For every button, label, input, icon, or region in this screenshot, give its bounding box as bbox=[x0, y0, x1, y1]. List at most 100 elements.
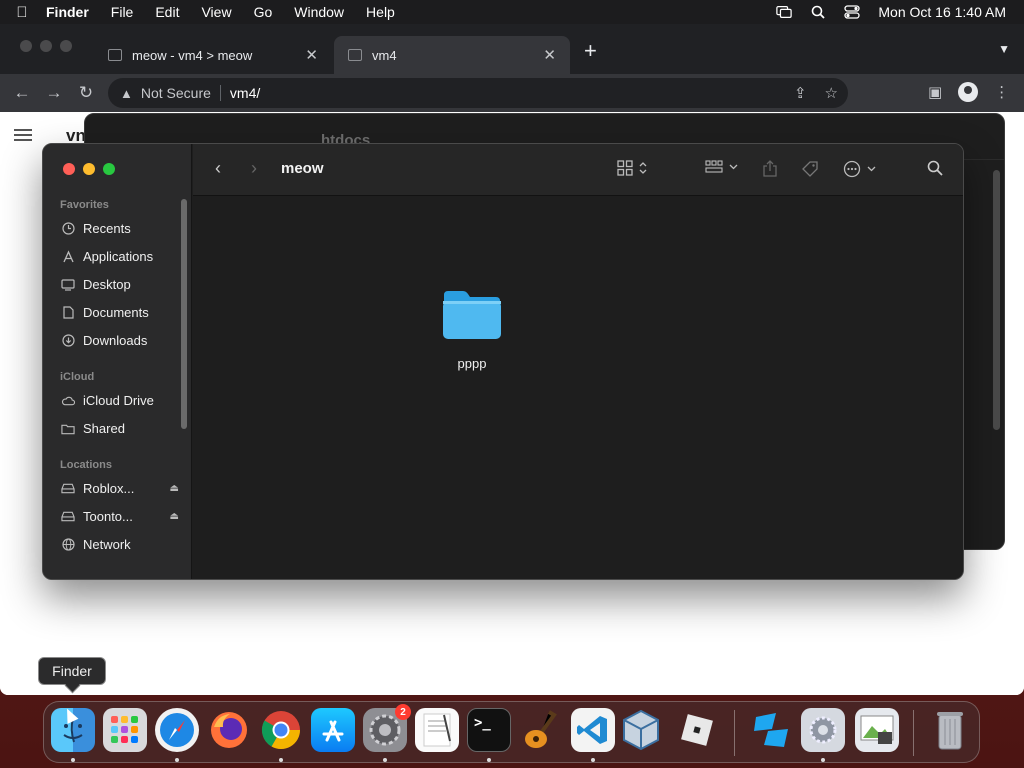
minimize-button[interactable] bbox=[83, 163, 95, 175]
close-tab-icon[interactable]: ✕ bbox=[543, 46, 556, 64]
apple-menu-icon[interactable]:  bbox=[0, 4, 44, 21]
sidebar-section-icloud: iCloud bbox=[60, 371, 95, 383]
dock-firefox-icon[interactable] bbox=[207, 708, 251, 752]
sidebar-item-applications[interactable]: Applications bbox=[61, 249, 179, 264]
search-icon[interactable] bbox=[927, 160, 943, 176]
sidebar-item-icloud-drive[interactable]: iCloud Drive bbox=[61, 393, 179, 408]
more-actions-icon[interactable] bbox=[843, 160, 876, 178]
dock-separator bbox=[913, 710, 914, 756]
dock-system-settings-icon[interactable]: 2 bbox=[363, 704, 411, 752]
running-indicator bbox=[383, 758, 387, 762]
menu-view[interactable]: View bbox=[190, 4, 242, 20]
close-button[interactable] bbox=[63, 163, 75, 175]
security-label[interactable]: Not Secure bbox=[141, 85, 211, 101]
finder-content-area[interactable]: pppp bbox=[193, 197, 963, 579]
finder-back-scrollbar[interactable] bbox=[993, 170, 1000, 430]
sidebar-item-toonto[interactable]: Toonto... ⏏ bbox=[61, 509, 179, 524]
running-indicator bbox=[487, 758, 491, 762]
group-by-icon[interactable] bbox=[705, 160, 738, 174]
dock-trash-icon[interactable] bbox=[928, 708, 972, 752]
back-arrow-icon[interactable]: ← bbox=[6, 83, 38, 103]
dock-launchpad-icon[interactable] bbox=[103, 708, 147, 752]
sidebar-section-favorites: Favorites bbox=[60, 199, 109, 211]
forward-chevron-icon[interactable]: › bbox=[251, 158, 257, 179]
sidebar-item-desktop[interactable]: Desktop bbox=[61, 277, 179, 292]
sidebar-item-label: Toonto... bbox=[83, 509, 133, 524]
profile-avatar-icon[interactable] bbox=[958, 82, 979, 102]
browser-menu-icon[interactable]: ⋮ bbox=[994, 83, 1009, 101]
bookmark-star-icon[interactable]: ☆ bbox=[825, 84, 838, 102]
page-favicon-icon bbox=[108, 49, 122, 61]
omnibox-divider bbox=[219, 85, 221, 101]
tab-search-chevron-icon[interactable]: ▼ bbox=[998, 42, 1010, 56]
new-tab-icon[interactable]: + bbox=[584, 38, 597, 64]
running-indicator bbox=[821, 758, 825, 762]
tab-strip: meow - vm4 > meow ✕ vm4 ✕ + ▼ bbox=[0, 24, 1024, 74]
finder-window-title: meow bbox=[281, 160, 324, 177]
finder-sidebar: Favorites Recents Applications Desktop D… bbox=[43, 144, 192, 579]
menu-clock[interactable]: Mon Oct 16 1:40 AM bbox=[878, 4, 1006, 20]
disk-icon bbox=[61, 482, 75, 496]
running-indicator bbox=[71, 758, 75, 762]
network-icon bbox=[61, 538, 75, 552]
close-tab-icon[interactable]: ✕ bbox=[305, 46, 318, 64]
hamburger-menu-icon[interactable] bbox=[14, 126, 32, 144]
sidebar-item-recents[interactable]: Recents bbox=[61, 221, 179, 236]
menu-edit[interactable]: Edit bbox=[144, 4, 190, 20]
sidebar-item-label: Shared bbox=[83, 421, 125, 436]
share-icon[interactable] bbox=[763, 160, 777, 177]
screen-mirror-icon[interactable] bbox=[776, 5, 793, 19]
back-chevron-icon[interactable]: ‹ bbox=[215, 158, 221, 179]
sidebar-scrollbar[interactable] bbox=[181, 199, 187, 429]
menu-help[interactable]: Help bbox=[355, 4, 406, 20]
reload-icon[interactable]: ↻ bbox=[70, 83, 102, 103]
dock-roblox-studio-icon[interactable] bbox=[749, 708, 793, 752]
sidebar-item-label: iCloud Drive bbox=[83, 393, 154, 408]
menu-window[interactable]: Window bbox=[283, 4, 355, 20]
window-controls bbox=[63, 163, 115, 175]
dock-chrome-icon[interactable] bbox=[259, 708, 303, 752]
dock-preview-icon[interactable] bbox=[855, 708, 899, 752]
address-bar[interactable]: ▲ Not Secure vm4/ ⇪ ☆ bbox=[108, 78, 848, 108]
eject-icon[interactable]: ⏏ bbox=[170, 511, 179, 522]
menu-bar:  Finder File Edit View Go Window Help M… bbox=[0, 0, 1024, 24]
menu-go[interactable]: Go bbox=[243, 4, 284, 20]
sidebar-item-roblox[interactable]: Roblox... ⏏ bbox=[61, 481, 179, 496]
control-center-icon[interactable] bbox=[844, 5, 861, 19]
url-text[interactable]: vm4/ bbox=[230, 85, 260, 101]
tag-icon[interactable] bbox=[801, 160, 819, 178]
dock-roblox-icon[interactable] bbox=[675, 708, 719, 752]
view-icons-icon[interactable] bbox=[617, 160, 647, 176]
menu-file[interactable]: File bbox=[100, 4, 145, 20]
eject-icon[interactable]: ⏏ bbox=[170, 483, 179, 494]
folder-item[interactable]: pppp bbox=[441, 289, 503, 371]
download-icon bbox=[61, 334, 75, 348]
dock-vscode-icon[interactable] bbox=[571, 708, 615, 752]
menu-app-name[interactable]: Finder bbox=[44, 4, 100, 20]
tab-meow[interactable]: meow - vm4 > meow ✕ bbox=[94, 36, 332, 74]
zoom-button[interactable] bbox=[103, 163, 115, 175]
sidebar-item-network[interactable]: Network bbox=[61, 537, 179, 552]
side-panel-icon[interactable]: ▣ bbox=[928, 83, 942, 101]
sidebar-item-shared[interactable]: Shared bbox=[61, 421, 179, 436]
running-indicator bbox=[279, 758, 283, 762]
share-icon[interactable]: ⇪ bbox=[794, 84, 807, 102]
browser-window-controls[interactable] bbox=[20, 40, 72, 52]
sidebar-item-documents[interactable]: Documents bbox=[61, 305, 179, 320]
forward-arrow-icon[interactable]: → bbox=[38, 83, 70, 103]
dock-textedit-icon[interactable] bbox=[415, 708, 459, 752]
sidebar-item-downloads[interactable]: Downloads bbox=[61, 333, 179, 348]
dock-app-store-icon[interactable] bbox=[311, 708, 355, 752]
spotlight-search-icon[interactable] bbox=[810, 5, 826, 19]
page-favicon-icon bbox=[348, 49, 362, 61]
dock-garageband-icon[interactable] bbox=[519, 708, 563, 752]
dock-terminal-icon[interactable]: >_ bbox=[467, 708, 511, 752]
dock-safari-icon[interactable] bbox=[155, 708, 199, 752]
warning-triangle-icon[interactable]: ▲ bbox=[120, 86, 133, 101]
shared-folder-icon bbox=[61, 422, 75, 436]
applications-icon bbox=[61, 250, 75, 264]
dock-utility-gear-icon[interactable] bbox=[801, 708, 845, 752]
tab-vm4[interactable]: vm4 ✕ bbox=[334, 36, 570, 74]
dock-virtualbox-icon[interactable] bbox=[619, 708, 663, 752]
clock-icon bbox=[61, 222, 75, 236]
